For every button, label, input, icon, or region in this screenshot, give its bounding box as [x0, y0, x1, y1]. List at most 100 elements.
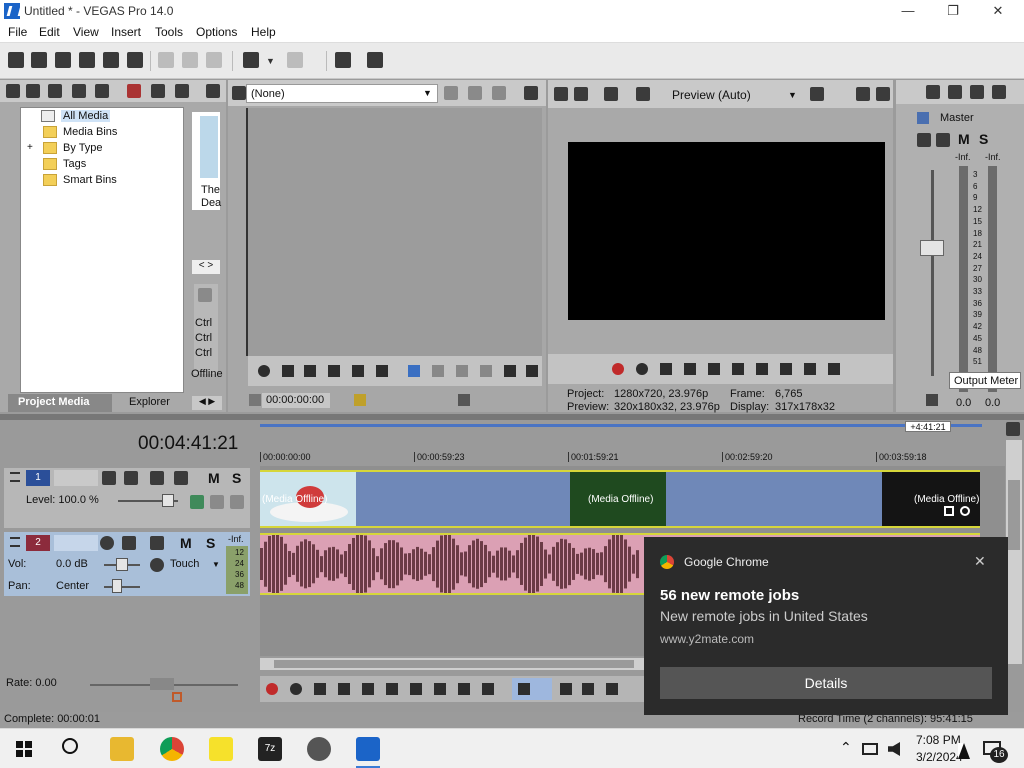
automation-mode-dropdown[interactable]: Touch [170, 558, 199, 570]
more-icon[interactable] [526, 365, 538, 377]
play-from-start-icon[interactable] [314, 683, 326, 695]
pause-icon[interactable] [328, 365, 340, 377]
trimmer-menu-icon[interactable] [232, 86, 246, 100]
notification-details-button[interactable]: Details [660, 667, 992, 699]
video-track[interactable]: (Media Offline) (Media Offline) (Media O… [260, 470, 980, 528]
arm-record-icon[interactable] [100, 536, 114, 550]
preview-quality-dropdown[interactable]: Preview (Auto) [672, 88, 751, 102]
marker-icon[interactable] [249, 394, 261, 406]
normal-edit-tool[interactable] [512, 678, 552, 700]
invert-phase-icon[interactable] [122, 536, 136, 550]
preview-menu-icon[interactable] [554, 87, 568, 101]
region-icon[interactable] [354, 394, 366, 406]
speaker-muted-icon[interactable] [888, 742, 900, 756]
capture-icon[interactable] [26, 84, 40, 98]
previous-frame-icon[interactable] [458, 683, 470, 695]
rate-slider-handle[interactable] [150, 678, 174, 690]
solo-button[interactable]: S [206, 535, 215, 551]
gear-icon[interactable] [936, 133, 950, 147]
remove-icon[interactable] [127, 84, 141, 98]
tree-item-tags[interactable]: Tags [63, 158, 86, 170]
close-button[interactable]: ✕ [983, 2, 1013, 20]
stop-icon[interactable] [386, 683, 398, 695]
properties-icon[interactable] [127, 52, 143, 68]
scroll-arrows[interactable]: < > [192, 260, 220, 274]
chrome-taskbar-icon[interactable] [160, 737, 184, 761]
save-snapshot-icon[interactable] [876, 87, 890, 101]
menu-help[interactable]: Help [251, 25, 276, 39]
lock-icon[interactable] [926, 394, 938, 406]
play-icon[interactable] [338, 683, 350, 695]
search-icon[interactable] [62, 738, 78, 754]
selection-icon[interactable] [458, 394, 470, 406]
add-to-timeline-icon[interactable] [480, 365, 492, 377]
envelope-tool-icon[interactable] [560, 683, 572, 695]
event-fx-icon[interactable] [960, 506, 970, 516]
collapse-icon[interactable] [10, 472, 20, 482]
help-icon[interactable] [367, 52, 383, 68]
media-player-icon[interactable] [307, 737, 331, 761]
time-ruler[interactable]: 00:00:00:00 00:00:59:23 00:01:59:21 00:02:5… [260, 450, 982, 466]
automation-icon[interactable] [174, 471, 188, 485]
menu-view[interactable]: View [73, 25, 99, 39]
pan-slider-handle[interactable] [112, 579, 122, 593]
play-from-start-icon[interactable] [660, 363, 672, 375]
compositor-icon[interactable] [230, 495, 244, 509]
chrome-notification[interactable]: Google Chrome ✕ 56 new remote jobs New r… [644, 537, 1008, 715]
whats-this-help-icon[interactable] [335, 52, 351, 68]
preview-properties-icon[interactable] [574, 87, 588, 101]
track-name-field[interactable] [54, 470, 98, 486]
save-icon[interactable] [55, 52, 71, 68]
trimmer-options-icon[interactable] [524, 86, 538, 100]
next-frame-icon[interactable] [482, 683, 494, 695]
play-icon[interactable] [304, 365, 316, 377]
split-icon[interactable] [175, 84, 189, 98]
open-icon[interactable] [31, 52, 47, 68]
loop-icon[interactable] [636, 363, 648, 375]
windows-start-icon[interactable] [16, 741, 32, 757]
7zip-icon[interactable]: 7z [258, 737, 282, 761]
compositing-mode-icon[interactable] [150, 471, 164, 485]
dim-icon[interactable] [970, 85, 984, 99]
save-as-icon[interactable] [79, 52, 95, 68]
insert-icon[interactable] [408, 365, 420, 377]
render-icon[interactable] [103, 52, 119, 68]
pause-icon[interactable] [708, 363, 720, 375]
tree-item-all-media[interactable]: All Media [61, 110, 111, 122]
loop-icon[interactable] [290, 683, 302, 695]
clock-date[interactable]: 3/2/2024 [916, 750, 963, 764]
trimmer-display[interactable] [246, 108, 542, 356]
settings-icon[interactable] [926, 85, 940, 99]
grid-icon[interactable] [468, 86, 482, 100]
solo-button[interactable]: S [979, 131, 988, 147]
chevron-up-icon[interactable]: ⌃ [840, 739, 852, 756]
track-motion-icon[interactable] [102, 471, 116, 485]
undo-dropdown-icon[interactable]: ▼ [266, 56, 275, 66]
overlays-icon[interactable] [810, 87, 824, 101]
menu-file[interactable]: File [8, 25, 27, 39]
preview-screen[interactable] [568, 142, 885, 320]
get-media-icon[interactable] [48, 84, 62, 98]
new-icon[interactable] [8, 52, 24, 68]
paste-icon[interactable] [206, 52, 222, 68]
fx-icon[interactable] [917, 133, 931, 147]
chevron-down-icon[interactable]: ▼ [212, 560, 220, 569]
dock-splitter[interactable] [0, 414, 1024, 420]
video-clip-thumbnail[interactable]: (Media Offline) [570, 472, 666, 526]
tree-item-smart-bins[interactable]: Smart Bins [63, 174, 117, 186]
pan-crop-icon[interactable] [944, 506, 954, 516]
composite-child-icon[interactable] [210, 495, 224, 509]
restore-button[interactable]: ❐ [938, 2, 968, 20]
record-icon[interactable] [266, 683, 278, 695]
composite-parent-icon[interactable] [190, 495, 204, 509]
notification-close-button[interactable]: ✕ [974, 553, 986, 570]
video-clip-thumbnail[interactable]: (Media Offline) [882, 472, 980, 526]
tree-item-by-type[interactable]: By Type [63, 142, 103, 154]
previous-frame-icon[interactable] [804, 363, 816, 375]
loop-region-bar[interactable] [260, 424, 982, 427]
menu-options[interactable]: Options [196, 25, 237, 39]
menu-tools[interactable]: Tools [155, 25, 183, 39]
copy-icon[interactable] [182, 52, 198, 68]
scrollbar-thumb[interactable] [1008, 480, 1020, 550]
tab-project-media[interactable]: Project Media [8, 394, 112, 412]
